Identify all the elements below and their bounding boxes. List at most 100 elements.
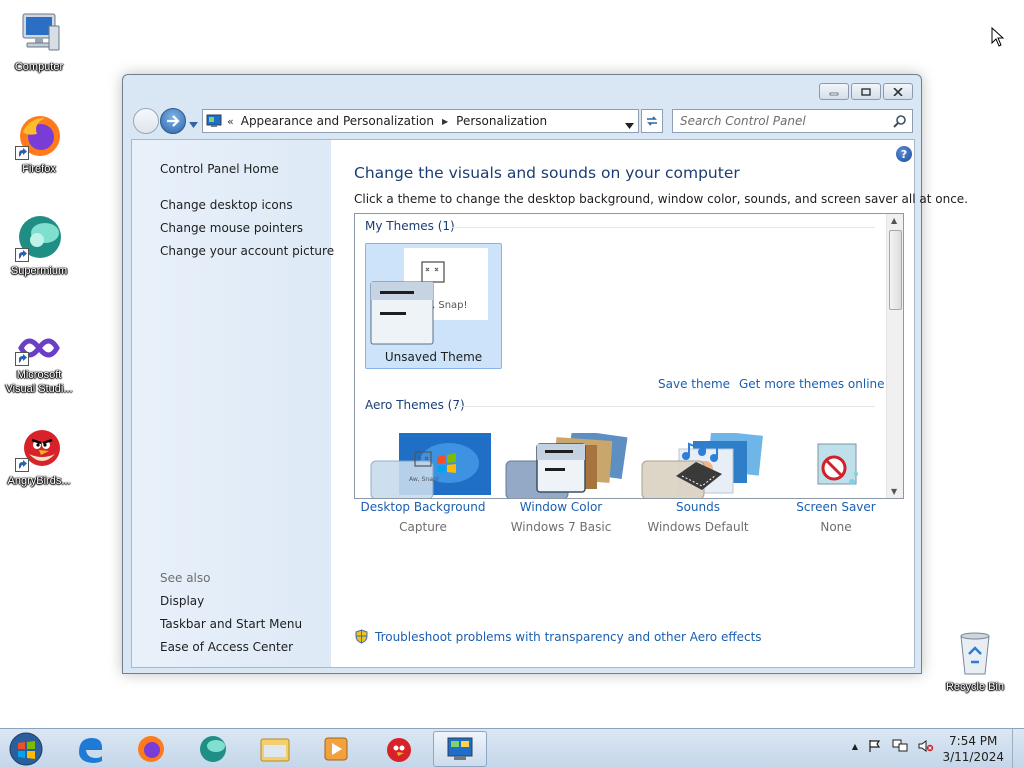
taskbar-edge[interactable] — [63, 731, 117, 767]
unsaved-theme-thumbnail — [370, 248, 488, 345]
sounds-setting[interactable]: Sounds Windows Default — [628, 442, 768, 534]
my-themes-header[interactable]: My Themes (1) — [365, 219, 455, 233]
forward-button[interactable] — [160, 108, 186, 134]
network-icon[interactable] — [892, 739, 908, 753]
change-mouse-pointers-link[interactable]: Change mouse pointers — [160, 221, 303, 235]
shield-icon — [355, 629, 368, 644]
show-desktop-button[interactable] — [1012, 729, 1024, 768]
address-bar[interactable]: « Appearance and Personalization ▶ Perso… — [202, 109, 639, 133]
address-overflow-chevron[interactable]: « — [227, 115, 234, 128]
screen-saver-link[interactable]: Screen Saver — [766, 500, 906, 514]
angry-birds-icon — [15, 424, 63, 472]
desktop-icon-label: Computer — [14, 61, 64, 73]
notification-area: ▲ — [852, 739, 934, 753]
desktop-background-link[interactable]: Desktop Background — [353, 500, 493, 514]
desktop-icon-label: AngryBirds... — [7, 475, 71, 487]
search-box[interactable] — [672, 109, 913, 133]
breadcrumb-separator-icon[interactable]: ▶ — [442, 117, 448, 126]
breadcrumb-personalization[interactable]: Personalization — [456, 114, 547, 128]
desktop-icon-firefox[interactable]: Firefox — [1, 112, 77, 176]
caption-buttons — [819, 83, 913, 100]
unsaved-theme-tile[interactable]: , Snap! Unsaved Theme — [365, 243, 502, 369]
desktop-icon-label: Firefox — [22, 163, 56, 175]
change-desktop-icons-link[interactable]: Change desktop icons — [160, 198, 293, 212]
taskbar-control-panel[interactable] — [433, 731, 487, 767]
start-button[interactable] — [6, 731, 46, 767]
volume-muted-icon[interactable] — [918, 739, 934, 753]
scroll-thumb[interactable] — [889, 230, 902, 310]
window-color-setting[interactable]: Window Color Windows 7 Basic — [491, 442, 631, 534]
desktop-background-setting[interactable]: Aw, Snap! Desktop Background Capture — [353, 442, 493, 534]
get-more-themes-link[interactable]: Get more themes online — [739, 377, 885, 391]
aero-themes-header[interactable]: Aero Themes (7) — [365, 398, 465, 412]
taskbar-media-player[interactable] — [309, 731, 363, 767]
taskbar-firefox[interactable] — [124, 731, 178, 767]
control-panel-home-link[interactable]: Control Panel Home — [160, 162, 279, 176]
control-panel-icon — [447, 737, 473, 760]
address-dropdown-button[interactable] — [625, 118, 634, 132]
taskbar-angry-birds[interactable] — [372, 731, 426, 767]
visual-studio-icon — [15, 330, 63, 366]
window-color-link[interactable]: Window Color — [491, 500, 631, 514]
troubleshoot-link-row[interactable]: Troubleshoot problems with transparency … — [354, 629, 762, 644]
page-title: Change the visuals and sounds on your co… — [354, 164, 740, 182]
show-hidden-icons-icon[interactable]: ▲ — [852, 742, 858, 751]
angry-birds-icon — [387, 738, 411, 762]
group-divider — [450, 227, 875, 228]
page-description: Click a theme to change the desktop back… — [354, 192, 968, 206]
windows-logo-icon — [9, 732, 43, 766]
maximize-button[interactable] — [851, 83, 881, 100]
scroll-up-icon[interactable]: ▲ — [891, 216, 897, 225]
edge-icon — [79, 738, 103, 763]
personalization-window: « Appearance and Personalization ▶ Perso… — [122, 74, 968, 674]
desktop-icon-label: Recycle Bin — [945, 681, 1005, 693]
search-input[interactable] — [680, 114, 890, 128]
unsaved-theme-label: Unsaved Theme — [384, 350, 483, 364]
supermium-icon — [15, 214, 63, 262]
snap-text: , Snap! — [432, 300, 468, 311]
refresh-icon — [647, 116, 657, 126]
change-account-picture-link[interactable]: Change your account picture — [160, 244, 334, 258]
control-panel-icon — [206, 114, 222, 128]
ease-of-access-link[interactable]: Ease of Access Center — [160, 640, 293, 654]
recent-pages-dropdown[interactable] — [189, 117, 198, 131]
aw-snap-text: Aw, Snap! — [409, 476, 440, 483]
group-divider — [455, 406, 875, 407]
clock[interactable]: 7:54 PM 3/11/2024 — [942, 733, 1004, 765]
firefox-icon — [15, 112, 63, 160]
refresh-button[interactable] — [641, 109, 663, 133]
desktop-icon-recycle-bin[interactable]: Recycle Bin — [937, 630, 1013, 694]
sounds-icon — [672, 442, 724, 494]
sounds-link[interactable]: Sounds — [628, 500, 768, 514]
desktop-background-value: Capture — [399, 520, 447, 534]
media-player-icon — [324, 737, 348, 761]
desktop-icon-angrybirds[interactable]: AngryBirds... — [1, 424, 77, 488]
desktop-icon-label: Microsoft Visual Studi... — [5, 369, 73, 395]
forward-arrow-icon — [167, 115, 180, 127]
screen-saver-setting[interactable]: Screen Saver None — [766, 442, 906, 534]
desktop-icon-visual-studio[interactable]: Microsoft Visual Studi... — [1, 330, 77, 396]
back-button[interactable] — [133, 108, 159, 134]
shortcut-arrow-icon — [15, 458, 29, 472]
content-area: Control Panel Home Change desktop icons … — [131, 139, 968, 668]
breadcrumb-appearance[interactable]: Appearance and Personalization — [241, 114, 434, 128]
navigation-toolbar: « Appearance and Personalization ▶ Perso… — [131, 107, 913, 135]
taskbar-supermium[interactable] — [186, 731, 240, 767]
main-pane: ? Change the visuals and sounds on your … — [331, 140, 968, 667]
troubleshoot-link[interactable]: Troubleshoot problems with transparency … — [375, 630, 762, 644]
window-color-value: Windows 7 Basic — [510, 520, 612, 534]
folder-icon — [260, 738, 290, 762]
chevron-down-icon — [625, 123, 634, 129]
help-icon[interactable]: ? — [896, 146, 912, 162]
desktop-icon-computer[interactable]: Computer — [1, 10, 77, 74]
close-button[interactable] — [883, 83, 913, 100]
search-icon[interactable] — [893, 114, 907, 131]
desktop-icon-label: Supermium — [10, 265, 68, 277]
display-link[interactable]: Display — [160, 594, 204, 608]
minimize-button[interactable] — [819, 83, 849, 100]
taskbar-start-menu-link[interactable]: Taskbar and Start Menu — [160, 617, 302, 631]
action-center-flag-icon[interactable] — [868, 739, 882, 753]
desktop-icon-supermium[interactable]: Supermium — [1, 214, 77, 278]
taskbar-explorer[interactable] — [248, 731, 302, 767]
save-theme-link[interactable]: Save theme — [658, 377, 730, 391]
